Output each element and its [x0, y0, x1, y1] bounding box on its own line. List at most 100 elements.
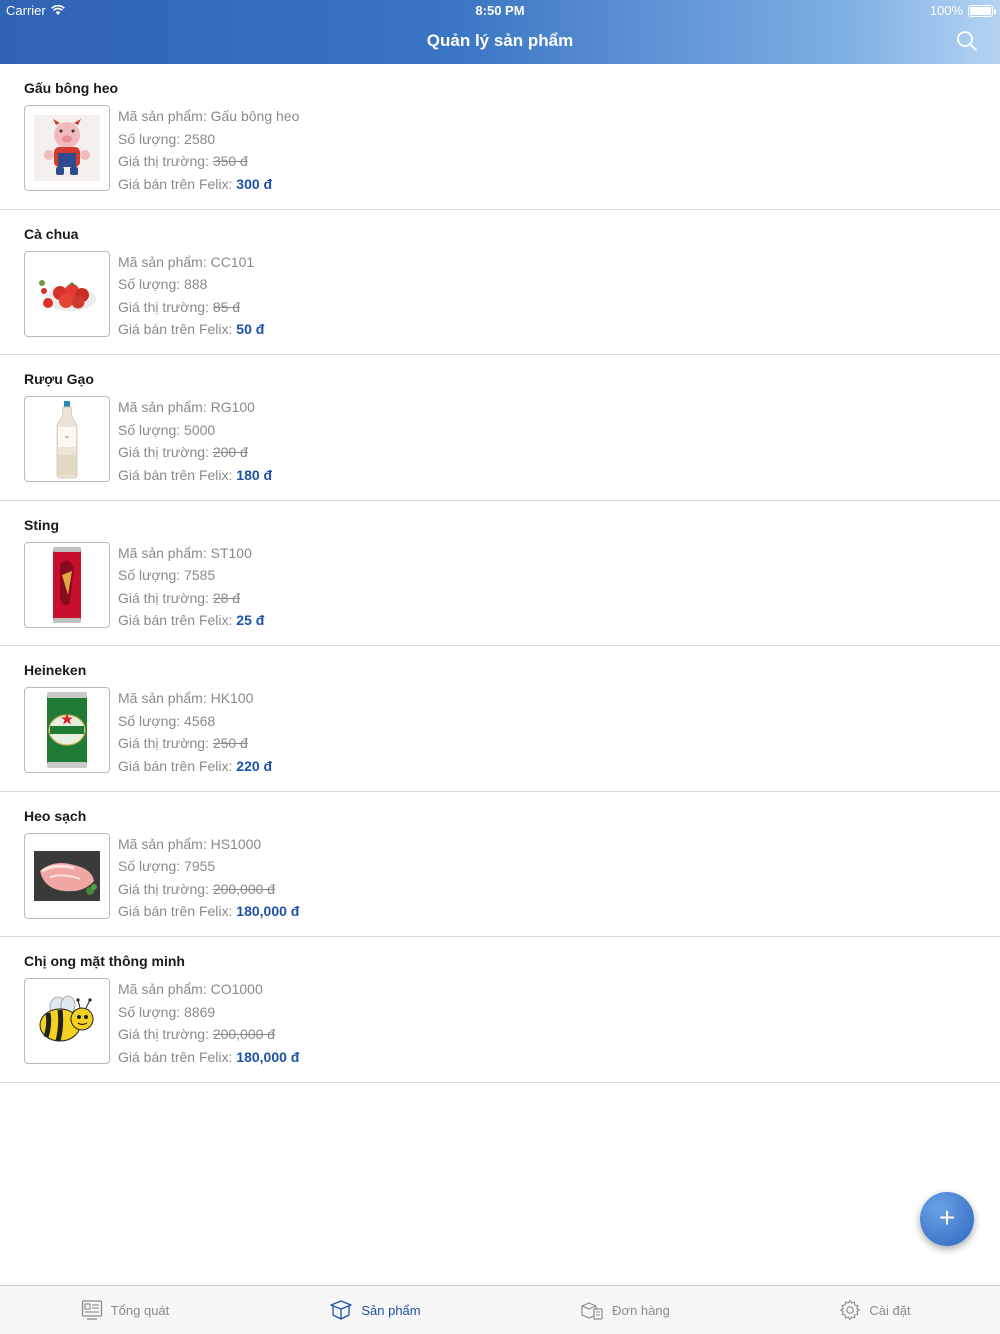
tab-bar: Tổng quát Sản phẩm Đơn hàng Cài đặt	[0, 1285, 1000, 1334]
product-name: Gấu bông heo	[24, 80, 119, 96]
product-code: RG100	[210, 399, 255, 415]
product-list: Gấu bông heo Mã sản phẩm: Gấu bông heo S…	[0, 64, 1000, 1083]
search-button[interactable]	[956, 30, 980, 54]
product-info: Mã sản phẩm: Gấu bông heo Số lượng: 2580…	[118, 105, 299, 195]
product-qty-line: Số lượng: 7585	[118, 567, 216, 583]
market-price-line: Giá thị trường: 350 đ	[118, 153, 248, 169]
product-row[interactable]: Sting Mã sản phẩm: ST100 Số lượng: 7585 …	[0, 501, 1000, 646]
market-price: 350 đ	[212, 153, 248, 169]
market-price-line: Giá thị trường: 250 đ	[118, 735, 248, 751]
status-time: 8:50 PM	[475, 3, 525, 18]
overview-icon	[81, 1300, 102, 1320]
product-qty: 7585	[184, 567, 216, 583]
felix-price-line: Giá bán trên Felix: 25 đ	[118, 612, 265, 628]
plus-icon: +	[938, 1202, 956, 1233]
battery-icon	[968, 4, 996, 17]
product-row[interactable]: Cà chua Mã sản phẩm: CC101 Số lượng: 888…	[0, 210, 1000, 355]
product-qty: 7955	[184, 858, 216, 874]
product-code: HK100	[210, 690, 254, 706]
market-price-line: Giá thị trường: 200 đ	[118, 444, 248, 460]
product-qty: 4568	[184, 712, 216, 729]
product-row[interactable]: Heo sạch Mã sản phẩm: HS1000 Số lượng: 7…	[0, 792, 1000, 937]
tab-overview[interactable]: Tổng quát	[0, 1286, 250, 1334]
product-info: Mã sản phẩm: HK100 Số lượng: 4568 Giá th…	[118, 687, 272, 777]
felix-price: 180 đ	[236, 466, 273, 483]
product-qty-line: Số lượng: 4568	[118, 712, 216, 729]
heineken-can-image	[24, 687, 110, 773]
product-name: Heo sạch	[24, 807, 87, 824]
product-name: Chị ong mặt thông minh	[24, 953, 185, 969]
market-price-line: Giá thị trường: 200,000 đ	[118, 1026, 276, 1042]
product-name: Cà chua	[24, 225, 79, 242]
tab-settings[interactable]: Cài đặt	[750, 1286, 1000, 1334]
battery-percent: 100%	[929, 3, 963, 18]
product-qty-line: Số lượng: 888	[118, 276, 208, 292]
product-box-icon	[330, 1300, 353, 1320]
pork-meat-image	[24, 832, 110, 919]
market-price: 28 đ	[212, 589, 241, 606]
orders-icon	[581, 1302, 603, 1320]
product-code: Gấu bông heo	[210, 108, 300, 124]
market-price-line: Giá thị trường: 200,000 đ	[118, 880, 276, 897]
product-qty-line: Số lượng: 8869	[118, 1003, 216, 1020]
felix-price-line: Giá bán trên Felix: 180,000 đ	[118, 903, 300, 919]
felix-price: 180,000 đ	[236, 903, 300, 919]
status-bar: Carrier 8:50 PM 100%	[0, 0, 1000, 20]
felix-price: 50 đ	[236, 321, 265, 337]
product-code-line: Mã sản phẩm: Gấu bông heo	[118, 108, 300, 124]
search-icon	[957, 31, 977, 51]
product-info: Mã sản phẩm: RG100 Số lượng: 5000 Giá th…	[118, 396, 272, 486]
market-price: 200,000 đ	[212, 1026, 276, 1042]
product-code-line: Mã sản phẩm: CC101	[118, 253, 255, 270]
product-qty: 888	[184, 276, 208, 292]
market-price: 85 đ	[212, 298, 241, 315]
product-row[interactable]: Chị ong mặt thông minh Mã sản phẩm: CO10…	[0, 937, 1000, 1083]
market-price-line: Giá thị trường: 28 đ	[118, 589, 241, 606]
product-name: Heineken	[24, 662, 87, 678]
product-row[interactable]: Rượu Gạo ~ Mã sản phẩm: RG100 Số lượng: …	[0, 355, 1000, 501]
product-code-line: Mã sản phẩm: CO1000	[118, 981, 263, 997]
bee-cartoon-image	[24, 978, 110, 1064]
product-info: Mã sản phẩm: ST100 Số lượng: 7585 Giá th…	[118, 542, 264, 632]
tab-products[interactable]: Sản phẩm	[250, 1286, 500, 1334]
product-info: Mã sản phẩm: HS1000 Số lượng: 7955 Giá t…	[118, 833, 299, 923]
add-product-button[interactable]: +	[920, 1192, 974, 1246]
product-qty-line: Số lượng: 5000	[118, 421, 216, 438]
product-info: Mã sản phẩm: CC101 Số lượng: 888 Giá thị…	[118, 251, 264, 341]
battery-indicator: 100%	[929, 3, 996, 18]
svg-text:~: ~	[64, 434, 69, 441]
product-name: Sting	[24, 516, 59, 533]
navigation-header: Carrier 8:50 PM 100% Quản lý sản phẩm	[0, 0, 1000, 64]
product-code: HS1000	[210, 835, 262, 852]
tomato-image	[24, 250, 110, 337]
tab-overview-label: Tổng quát	[110, 1302, 170, 1318]
product-qty-line: Số lượng: 2580	[118, 130, 216, 147]
product-row[interactable]: Heineken Mã sản phẩm: HK100 Số lượng: 45…	[0, 646, 1000, 792]
felix-price-line: Giá bán trên Felix: 300 đ	[118, 175, 273, 192]
product-code: ST100	[210, 544, 252, 561]
felix-price: 220 đ	[236, 757, 273, 774]
product-row[interactable]: Gấu bông heo Mã sản phẩm: Gấu bông heo S…	[0, 64, 1000, 210]
felix-price-line: Giá bán trên Felix: 50 đ	[118, 321, 265, 337]
market-price-line: Giá thị trường: 85 đ	[118, 298, 241, 315]
sting-can-image	[24, 541, 110, 628]
product-info: Mã sản phẩm: CO1000 Số lượng: 8869 Giá t…	[118, 978, 299, 1068]
product-qty: 2580	[184, 130, 216, 147]
product-qty-line: Số lượng: 7955	[118, 858, 216, 874]
market-price: 200 đ	[212, 444, 248, 460]
tab-products-label: Sản phẩm	[361, 1302, 421, 1318]
felix-price: 300 đ	[236, 175, 273, 192]
page-title: Quản lý sản phẩm	[426, 31, 574, 50]
product-qty: 5000	[184, 421, 216, 438]
product-code-line: Mã sản phẩm: RG100	[118, 399, 255, 415]
tab-settings-label: Cài đặt	[869, 1302, 911, 1318]
tab-orders-label: Đơn hàng	[612, 1302, 670, 1318]
market-price: 250 đ	[212, 735, 248, 751]
felix-price-line: Giá bán trên Felix: 180 đ	[118, 466, 273, 483]
product-code-line: Mã sản phẩm: ST100	[118, 544, 252, 561]
pig-plush-image	[24, 105, 110, 191]
felix-price-line: Giá bán trên Felix: 180,000 đ	[118, 1048, 300, 1065]
tab-orders[interactable]: Đơn hàng	[500, 1286, 750, 1334]
felix-price: 180,000 đ	[236, 1048, 300, 1065]
product-qty: 8869	[184, 1003, 216, 1020]
